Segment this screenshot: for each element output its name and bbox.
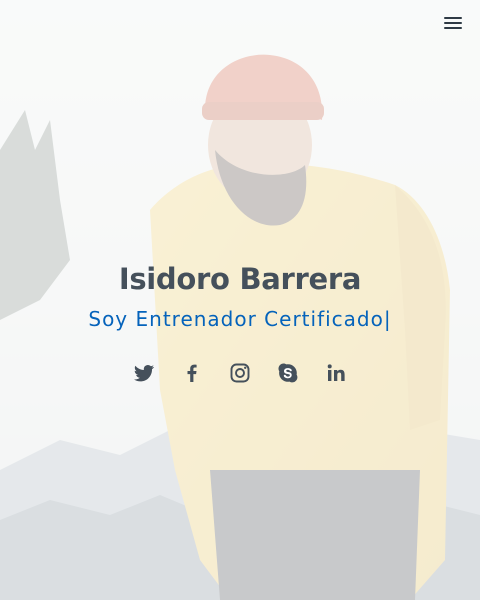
linkedin-link[interactable]: [324, 361, 348, 385]
instagram-icon: [230, 363, 250, 383]
menu-bar: [444, 22, 462, 24]
facebook-icon: [187, 364, 197, 382]
menu-bar: [444, 27, 462, 29]
subtitle-prefix: Soy: [88, 307, 136, 331]
facebook-link[interactable]: [180, 361, 204, 385]
twitter-icon: [134, 365, 154, 382]
twitter-link[interactable]: [132, 361, 156, 385]
hero-name: Isidoro Barrera: [118, 262, 362, 296]
linkedin-icon: [327, 364, 345, 381]
instagram-link[interactable]: [228, 361, 252, 385]
hero-section: Isidoro Barrera Soy Entrenador Certifica…: [0, 0, 480, 600]
skype-icon: [278, 363, 298, 383]
hero-content: Isidoro Barrera Soy Entrenador Certifica…: [0, 258, 480, 334]
hero-subtitle: Soy Entrenador Certificado|: [0, 304, 480, 334]
skype-link[interactable]: [276, 361, 300, 385]
subtitle-typed-text: Entrenador Certificado: [135, 307, 384, 331]
social-links: [0, 361, 480, 385]
hamburger-menu-icon[interactable]: [442, 12, 464, 34]
menu-bar: [444, 17, 462, 19]
typing-cursor: |: [383, 307, 392, 331]
